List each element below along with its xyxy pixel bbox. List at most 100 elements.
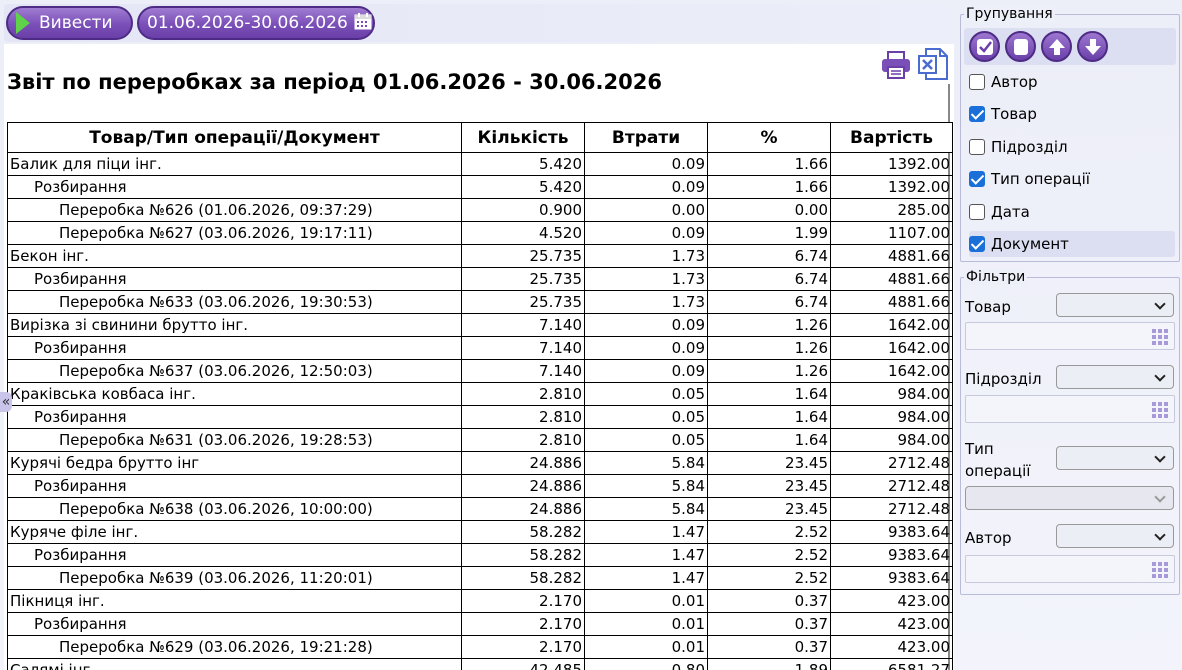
move-down-button[interactable]: [1077, 31, 1108, 62]
cell-losses: 1.73: [584, 244, 708, 268]
cell-percent: 0.37: [707, 612, 831, 636]
filter-author-select[interactable]: [1056, 524, 1174, 548]
cell-quantity: 42.485: [461, 658, 585, 670]
table-row: Вирізка зі свинини брутто інг. 7.140 0.09 1…: [7, 313, 953, 337]
move-up-icon: [1048, 38, 1065, 55]
cell-name: Куряче філе інг.: [7, 520, 462, 544]
move-up-button[interactable]: [1041, 31, 1072, 62]
period-button[interactable]: 01.06.2026-30.06.2026: [137, 6, 375, 40]
grid-picker-icon[interactable]: [1152, 402, 1168, 418]
cell-losses: 5.84: [584, 474, 708, 498]
grouping-option[interactable]: Дата: [969, 199, 1175, 225]
cell-losses: 0.01: [584, 589, 708, 613]
filter-department-input[interactable]: [965, 395, 1175, 423]
filter-op-type-sub-select[interactable]: [965, 486, 1174, 510]
filter-author-input[interactable]: [965, 555, 1175, 583]
cell-losses: 0.01: [584, 635, 708, 659]
cell-percent: 23.45: [707, 451, 831, 475]
cell-quantity: 2.810: [461, 405, 585, 429]
cell-name: Переробка №626 (01.06.2026, 09:37:29): [7, 198, 462, 222]
cell-quantity: 25.735: [461, 244, 585, 268]
grouping-option[interactable]: Тип операції: [969, 166, 1175, 192]
grouping-checkbox[interactable]: [969, 236, 985, 252]
cell-cost: 2712.48: [830, 474, 953, 498]
filter-product-input[interactable]: [965, 322, 1175, 350]
cell-percent: 6.74: [707, 267, 831, 291]
report-title: Звіт по переробках за період 01.06.2026 …: [7, 70, 662, 94]
grouping-checkbox[interactable]: [969, 74, 985, 90]
cell-name: Розбирання: [7, 543, 462, 567]
table-row: Переробка №637 (03.06.2026, 12:50:03) 7.1…: [7, 359, 953, 383]
filter-product-select[interactable]: [1056, 293, 1174, 317]
grouping-checkbox[interactable]: [969, 139, 985, 155]
run-button[interactable]: Вивести: [6, 6, 133, 40]
grid-picker-icon[interactable]: [1152, 329, 1168, 345]
table-row: Переробка №633 (03.06.2026, 19:30:53) 25.…: [7, 290, 953, 314]
grouping-option-label: Автор: [991, 73, 1038, 91]
filter-op-type-select[interactable]: [1056, 446, 1174, 470]
grouping-option[interactable]: Автор: [969, 69, 1175, 95]
uncheck-all-button[interactable]: [1005, 31, 1036, 62]
cell-percent: 2.52: [707, 520, 831, 544]
table-row: Переробка №629 (03.06.2026, 19:21:28) 2.1…: [7, 635, 953, 659]
cell-percent: 1.89: [707, 658, 831, 670]
cell-percent: 0.00: [707, 198, 831, 222]
grouping-option[interactable]: Підрозділ: [969, 134, 1175, 160]
report-table: Товар/Тип операції/Документ Кількість Вт…: [7, 122, 953, 670]
cell-quantity: 25.735: [461, 290, 585, 314]
cell-name: Переробка №639 (03.06.2026, 11:20:01): [7, 566, 462, 590]
grouping-checkbox[interactable]: [969, 106, 985, 122]
cell-percent: 1.99: [707, 221, 831, 245]
cell-percent: 1.64: [707, 405, 831, 429]
grouping-checkbox[interactable]: [969, 204, 985, 220]
collapse-panel-handle[interactable]: «: [0, 392, 12, 412]
column-header-percent: %: [707, 122, 831, 153]
cell-name: Переробка №631 (03.06.2026, 19:28:53): [7, 428, 462, 452]
filter-op-type-label-line2: операції: [965, 462, 1031, 480]
grouping-legend: Групування: [964, 6, 1055, 22]
cell-losses: 0.09: [584, 152, 708, 176]
cell-cost: 6581.27: [830, 658, 953, 670]
cell-percent: 2.52: [707, 566, 831, 590]
grouping-checkbox[interactable]: [969, 171, 985, 187]
table-row: Салямі інг. 42.485 0.80 1.89 6581.27: [7, 658, 953, 670]
cell-quantity: 5.420: [461, 152, 585, 176]
filter-department-select[interactable]: [1056, 365, 1174, 389]
grouping-panel: Групування Автор Товар Підрозділ Тип операц…: [960, 6, 1180, 262]
cell-name: Переробка №633 (03.06.2026, 19:30:53): [7, 290, 462, 314]
cell-cost: 984.00: [830, 405, 953, 429]
cell-percent: 1.26: [707, 359, 831, 383]
cell-name: Переробка №627 (03.06.2026, 19:17:11): [7, 221, 462, 245]
cell-percent: 6.74: [707, 290, 831, 314]
grid-picker-icon[interactable]: [1152, 562, 1168, 578]
run-button-label: Вивести: [39, 13, 113, 33]
table-row: Бекон інг. 25.735 1.73 6.74 4881.66: [7, 244, 953, 268]
filters-panel: Фільтри Товар Підрозділ Тип операції Авт…: [960, 269, 1180, 595]
cell-quantity: 58.282: [461, 566, 585, 590]
cell-percent: 2.52: [707, 543, 831, 567]
column-header-losses: Втрати: [584, 122, 708, 153]
print-icon[interactable]: [880, 50, 912, 80]
excel-export-icon[interactable]: [918, 48, 948, 80]
cell-losses: 1.47: [584, 543, 708, 567]
grouping-option[interactable]: Документ: [969, 231, 1175, 257]
cell-cost: 4881.66: [830, 244, 953, 268]
cell-cost: 1392.00: [830, 152, 953, 176]
check-all-button[interactable]: [969, 31, 1000, 62]
cell-percent: 23.45: [707, 474, 831, 498]
cell-quantity: 24.886: [461, 451, 585, 475]
table-header-row: Товар/Тип операції/Документ Кількість Вт…: [7, 122, 953, 153]
table-row: Розбирання 24.886 5.84 23.45 2712.48: [7, 474, 953, 498]
table-row: Балик для піци інг. 5.420 0.09 1.66 1392.00: [7, 152, 953, 176]
cell-cost: 2712.48: [830, 451, 953, 475]
cell-percent: 0.37: [707, 635, 831, 659]
cell-quantity: 4.520: [461, 221, 585, 245]
cell-percent: 1.64: [707, 382, 831, 406]
cell-percent: 6.74: [707, 244, 831, 268]
grouping-option[interactable]: Товар: [969, 101, 1175, 127]
table-row: Розбирання 2.170 0.01 0.37 423.00: [7, 612, 953, 636]
cell-cost: 423.00: [830, 635, 953, 659]
cell-name: Розбирання: [7, 267, 462, 291]
grouping-option-label: Дата: [991, 203, 1030, 221]
calendar-icon: [354, 12, 372, 35]
